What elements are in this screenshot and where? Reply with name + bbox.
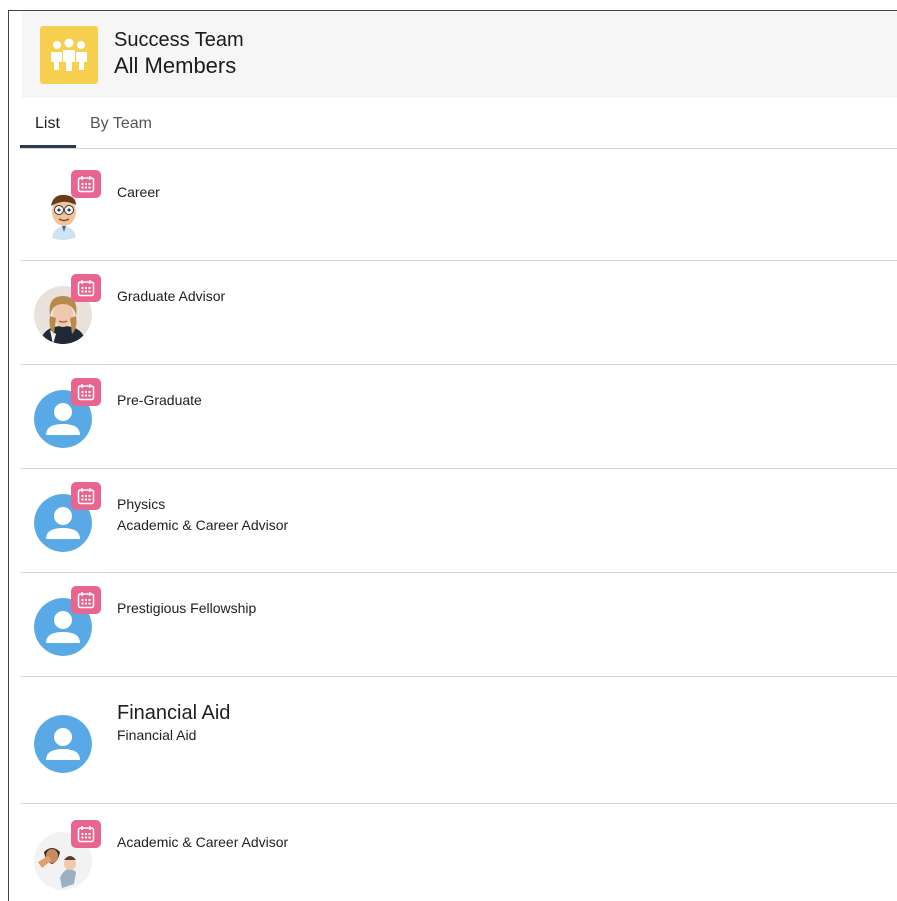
list-item[interactable]: Prestigious Fellowship <box>20 573 897 677</box>
list-item[interactable]: Financial Aid Financial Aid <box>20 677 897 804</box>
member-name: Financial Aid <box>117 702 231 724</box>
view-tabs: List By Team <box>20 111 897 149</box>
team-subtitle: Success Team <box>114 29 244 51</box>
list-item[interactable]: Physics Academic & Career Advisor <box>20 469 897 573</box>
tab-list[interactable]: List <box>35 115 60 133</box>
app-frame: Success Team All Members List By Team Ca… <box>8 10 897 901</box>
member-info: Prestigious Fellowship <box>117 598 256 619</box>
calendar-icon[interactable] <box>71 170 101 198</box>
tab-by-team[interactable]: By Team <box>90 115 152 133</box>
calendar-icon[interactable] <box>71 274 101 302</box>
member-department: Physics <box>117 496 166 512</box>
member-info: Academic & Career Advisor <box>117 832 288 853</box>
member-info: Graduate Advisor <box>117 286 225 307</box>
member-role: Prestigious Fellowship <box>117 600 257 616</box>
member-role: Financial Aid <box>117 727 197 743</box>
default-user-avatar <box>34 715 92 773</box>
calendar-icon[interactable] <box>71 378 101 406</box>
list-item[interactable]: Pre-Graduate <box>20 365 897 469</box>
list-item[interactable]: Graduate Advisor <box>20 261 897 365</box>
list-item[interactable]: Academic & Career Advisor <box>20 804 897 901</box>
member-info: Financial Aid Financial Aid <box>117 701 230 746</box>
calendar-icon[interactable] <box>71 482 101 510</box>
page-header: Success Team All Members <box>22 11 897 98</box>
member-role: Graduate Advisor <box>117 288 226 304</box>
member-role: Pre-Graduate <box>117 392 202 408</box>
member-role: Career <box>117 184 160 200</box>
member-role: Academic & Career Advisor <box>117 517 289 533</box>
member-list: Career Graduate Advisor Pre-Graduate Phy… <box>20 149 897 901</box>
calendar-icon[interactable] <box>71 820 101 848</box>
member-info: Pre-Graduate <box>117 390 202 411</box>
header-text: Success Team All Members <box>114 27 244 79</box>
team-people-icon <box>40 26 98 84</box>
page-title: All Members <box>114 53 237 78</box>
active-tab-indicator <box>20 145 76 148</box>
member-info: Physics Academic & Career Advisor <box>117 494 288 536</box>
calendar-icon[interactable] <box>71 586 101 614</box>
member-role: Academic & Career Advisor <box>117 834 289 850</box>
member-info: Career <box>117 182 160 203</box>
list-item[interactable]: Career <box>20 149 897 261</box>
